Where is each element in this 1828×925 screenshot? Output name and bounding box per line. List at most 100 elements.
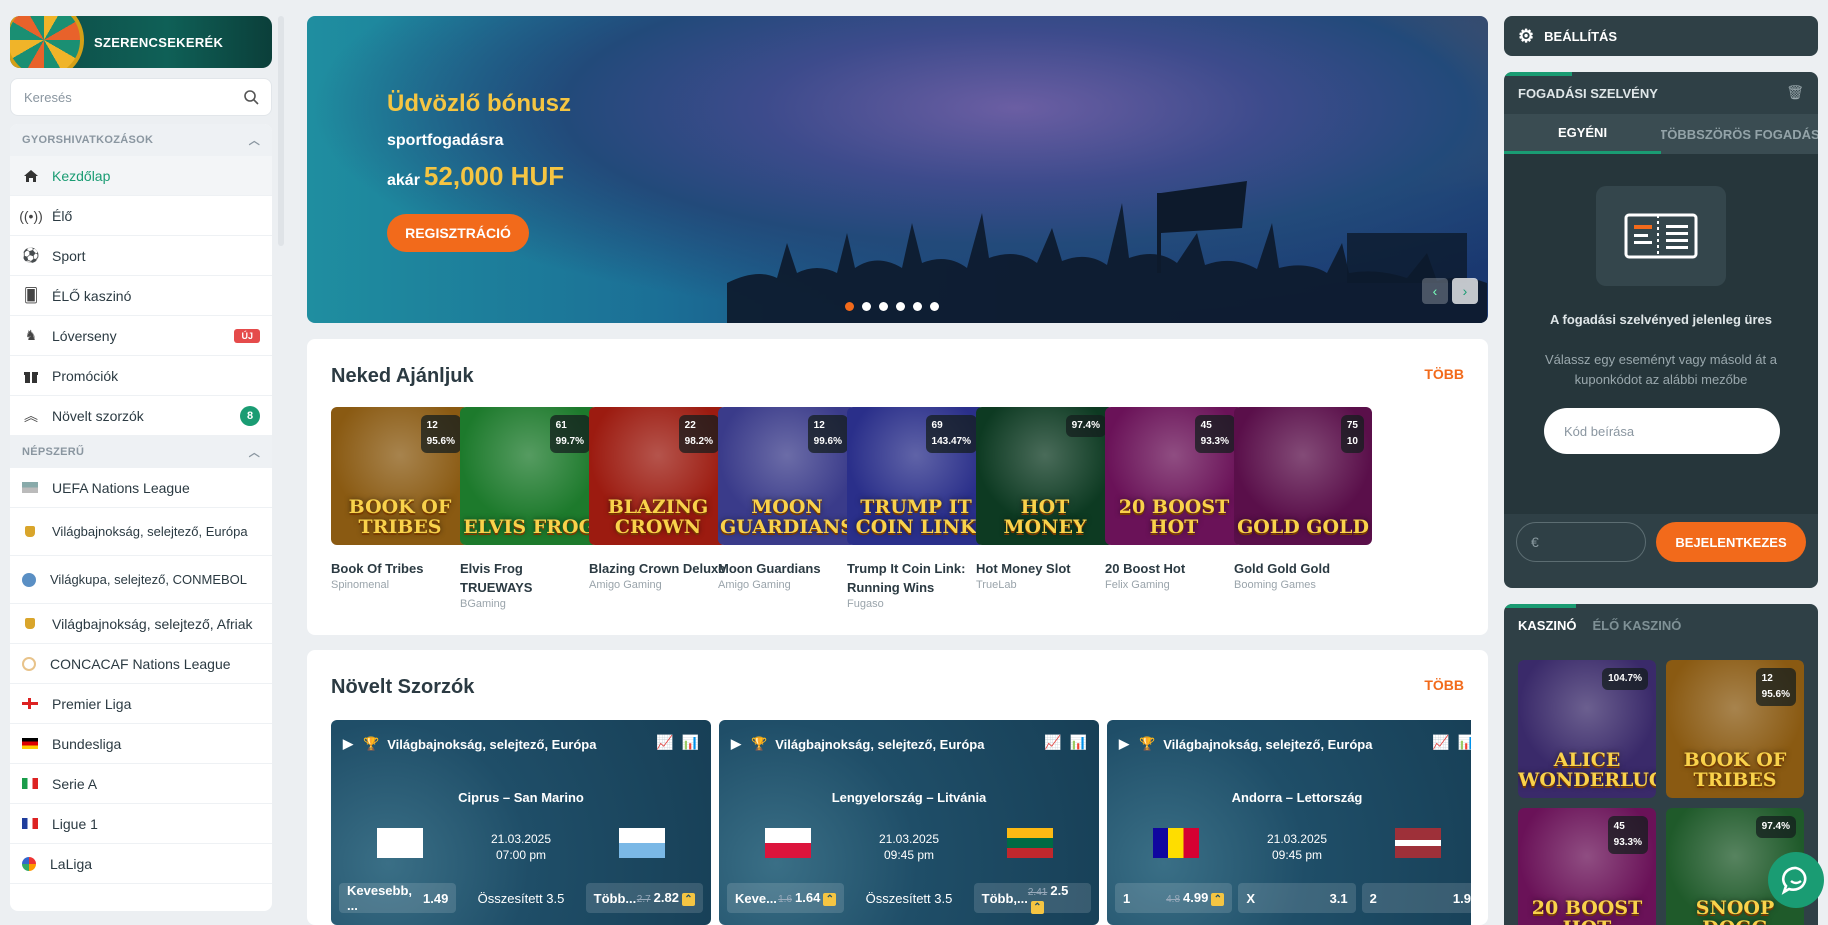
- sidebar-item-league[interactable]: Világkupa, selejtező, CONMEBOL: [10, 556, 272, 604]
- odds-button[interactable]: 2 1.9: [1361, 883, 1471, 913]
- video-icon[interactable]: ▶: [731, 736, 741, 752]
- game-thumbnail[interactable]: 69 143.47% TRUMP IT COIN LINK: [847, 407, 985, 545]
- rtp-value: 143.47%: [931, 436, 971, 447]
- game-card[interactable]: 75 10 GOLD GOLD Gold Gold Gold Booming Games: [1234, 407, 1372, 591]
- sidebar-item-home[interactable]: Kezdőlap: [10, 156, 272, 196]
- sidebar-item-live[interactable]: ((•)) Élő: [10, 196, 272, 236]
- stake-input[interactable]: €: [1516, 522, 1646, 562]
- sidebar-item-live-casino[interactable]: 🂠 ÉLŐ kaszinó: [10, 276, 272, 316]
- carousel-dot[interactable]: [879, 302, 888, 311]
- game-name: 20 Boost Hot: [1105, 561, 1186, 576]
- odds-button[interactable]: Több... 2.7 2.82 ⌃: [585, 883, 703, 913]
- sidebar-item-label: LaLiga: [50, 855, 93, 872]
- sidebar-item-league[interactable]: Bundesliga: [10, 724, 272, 764]
- video-icon[interactable]: ▶: [343, 736, 353, 752]
- tab-casino[interactable]: KASZINÓ: [1518, 618, 1577, 633]
- chat-button[interactable]: [1768, 852, 1824, 908]
- coupon-code-input[interactable]: [1544, 408, 1780, 454]
- sidebar-item-league[interactable]: CONCACAF Nations League: [10, 644, 272, 684]
- quick-links-header[interactable]: GYORSHIVATKOZÁSOK ︿: [10, 124, 272, 156]
- england-flag-icon: [22, 698, 38, 709]
- chevron-up-icon[interactable]: ︿: [249, 132, 260, 148]
- sidebar-item-league[interactable]: Ligue 1: [10, 804, 272, 844]
- settings-button[interactable]: ⚙ BEÁLLÍTÁS: [1504, 16, 1818, 56]
- bar-chart-icon[interactable]: 📊: [1070, 734, 1087, 751]
- odds-button[interactable]: Keve... 1.6 1.64 ⌃: [727, 883, 845, 913]
- game-thumbnail[interactable]: 45 93.3% 20 BOOST HOT: [1518, 808, 1656, 925]
- carousel-dot[interactable]: [896, 302, 905, 311]
- stats-chart-icon[interactable]: 📈: [1044, 734, 1061, 751]
- sidebar-item-league[interactable]: Premier Liga: [10, 684, 272, 724]
- match-card[interactable]: ▶ 🏆 Világbajnokság, selejtező, Európa 📈 📊 And…: [1107, 720, 1471, 925]
- login-button[interactable]: BEJELENTKEZES: [1656, 522, 1806, 562]
- sidebar-item-horse-racing[interactable]: ♞ Lóverseny ÚJ: [10, 316, 272, 356]
- sidebar-item-league[interactable]: Világbajnokság, selejtező, Afriak: [10, 604, 272, 644]
- search-input[interactable]: Keresés: [10, 78, 272, 116]
- game-thumbnail[interactable]: 12 99.6% MOON GUARDIANS: [718, 407, 856, 545]
- video-icon[interactable]: ▶: [1119, 736, 1129, 752]
- popular-header[interactable]: NÉPSZERŰ ︿: [10, 436, 272, 468]
- sidebar-item-promotions[interactable]: Promóciók: [10, 356, 272, 396]
- game-card[interactable]: 12 99.6% MOON GUARDIANS Moon Guardians Amigo…: [718, 407, 856, 591]
- old-odds: 2.41: [1027, 886, 1048, 898]
- sidebar-item-boosted-odds[interactable]: ︽ Növelt szorzók 8: [10, 396, 272, 436]
- game-name: Trump It Coin Link: Running Wins: [847, 561, 966, 595]
- game-card[interactable]: 69 143.47% TRUMP IT COIN LINK Trump It Coin…: [847, 407, 985, 610]
- game-thumbnail[interactable]: 97.4% HOT MONEY: [976, 407, 1114, 545]
- carousel-dot[interactable]: [913, 302, 922, 311]
- recommended-more-link[interactable]: TÖBB: [1424, 366, 1464, 382]
- players-count: 12: [1761, 673, 1773, 684]
- odds-button[interactable]: Több,... 2.41 2.5 ⌃: [973, 883, 1091, 914]
- sidebar-item-sport[interactable]: ⚽ Sport: [10, 236, 272, 276]
- stats-chart-icon[interactable]: 📈: [656, 734, 673, 751]
- odds-button[interactable]: 1 4.8 4.99 ⌃: [1115, 883, 1233, 913]
- stats-chart-icon[interactable]: 📈: [1432, 734, 1449, 751]
- tab-multi[interactable]: TÖBBSZÖRÖS FOGADÁS: [1661, 114, 1818, 154]
- game-thumbnail[interactable]: 22 98.2% BLAZING CROWN: [589, 407, 727, 545]
- bar-chart-icon[interactable]: 📊: [682, 734, 699, 751]
- match-card[interactable]: ▶ 🏆 Világbajnokság, selejtező, Európa 📈 📊 Cip…: [331, 720, 711, 925]
- game-card[interactable]: 97.4% HOT MONEY Hot Money Slot TrueLab: [976, 407, 1114, 591]
- carousel-dot[interactable]: [845, 302, 854, 311]
- match-card[interactable]: ▶ 🏆 Világbajnokság, selejtező, Európa 📈 📊 Len…: [719, 720, 1099, 925]
- betslip-body: A fogadási szelvényed jelenleg üres Vála…: [1504, 154, 1818, 514]
- game-thumbnail[interactable]: 61 99.7% ELVIS FROG: [460, 407, 598, 545]
- game-thumbnail[interactable]: 75 10 GOLD GOLD: [1234, 407, 1372, 545]
- bar-chart-icon[interactable]: 📊: [1458, 734, 1471, 751]
- search-icon[interactable]: [243, 89, 259, 110]
- sidebar-item-league[interactable]: UEFA Nations League: [10, 468, 272, 508]
- trash-icon[interactable]: 🗑: [1786, 84, 1804, 101]
- game-thumbnail[interactable]: 45 93.3% 20 BOOST HOT: [1105, 407, 1243, 545]
- chevron-right-icon[interactable]: ›: [1452, 278, 1478, 304]
- chevron-left-icon[interactable]: ‹: [1422, 278, 1448, 304]
- game-card[interactable]: 61 99.7% ELVIS FROG Elvis Frog TRUEWAYS BGam…: [460, 407, 598, 610]
- carousel-dot[interactable]: [862, 302, 871, 311]
- odds-button[interactable]: Kevesebb, ... 1.49: [339, 883, 457, 913]
- match-tools: 📈 📊: [656, 734, 699, 751]
- boosted-more-link[interactable]: TÖBB: [1424, 677, 1464, 693]
- register-button[interactable]: REGISZTRÁCIÓ: [387, 214, 529, 252]
- sidebar-item-league[interactable]: Serie A: [10, 764, 272, 804]
- tab-live-casino[interactable]: ÉLŐ KASZINÓ: [1593, 618, 1682, 633]
- tab-single[interactable]: EGYÉNI: [1504, 114, 1661, 154]
- sidebar-item-league[interactable]: Világbajnokság, selejtező, Európa: [10, 508, 272, 556]
- casino-game-card[interactable]: 104.7% ALICE WONDERLUCK: [1518, 660, 1656, 798]
- game-card[interactable]: 45 93.3% 20 BOOST HOT 20 Boost Hot Felix Gam…: [1105, 407, 1243, 591]
- odds-button[interactable]: X 3.1: [1238, 883, 1356, 913]
- casino-game-card[interactable]: 45 93.3% 20 BOOST HOT: [1518, 808, 1656, 925]
- sidebar-scrollbar[interactable]: [278, 16, 284, 246]
- wheel-of-fortune-banner[interactable]: SZERENCSEKERÉK: [10, 16, 272, 68]
- carousel-dot[interactable]: [930, 302, 939, 311]
- casino-game-card[interactable]: 12 95.6% BOOK OF TRIBES: [1666, 660, 1804, 798]
- game-card[interactable]: 22 98.2% BLAZING CROWN Blazing Crown Deluxe…: [589, 407, 727, 591]
- hero-banner[interactable]: Üdvözlő bónusz sportfogadásra akár 52,000…: [307, 16, 1488, 323]
- game-thumbnail[interactable]: 104.7% ALICE WONDERLUCK: [1518, 660, 1656, 798]
- game-thumbnail[interactable]: 12 95.6% BOOK OF TRIBES: [331, 407, 469, 545]
- left-sidebar: SZERENCSEKERÉK Keresés GYORSHIVATKOZÁSOK…: [10, 16, 272, 911]
- sidebar-item-league[interactable]: LaLiga: [10, 844, 272, 884]
- game-card[interactable]: 12 95.6% BOOK OF TRIBES Book Of Tribes Spino…: [331, 407, 469, 591]
- game-thumbnail[interactable]: 12 95.6% BOOK OF TRIBES: [1666, 660, 1804, 798]
- uefa-icon: [22, 482, 38, 493]
- game-logo-text: HOT MONEY: [1003, 496, 1087, 538]
- chevron-up-icon[interactable]: ︿: [249, 444, 260, 460]
